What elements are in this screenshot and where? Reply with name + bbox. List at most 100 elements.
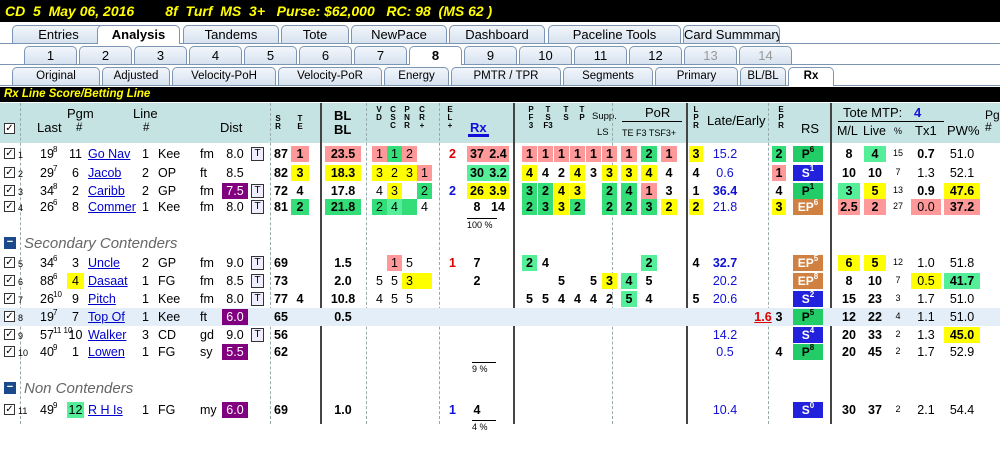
cell-te3: 3: [621, 165, 637, 181]
cell-tx1: 1.0: [917, 256, 935, 270]
view-tab-velocity-poh[interactable]: Velocity-PoH: [172, 67, 276, 85]
cell-name[interactable]: R H Is: [88, 402, 123, 418]
race-tab-5[interactable]: 5: [244, 46, 297, 64]
view-tab-adjusted[interactable]: Adjusted: [102, 67, 170, 85]
cell-name[interactable]: Jacob: [88, 165, 121, 181]
row-checkbox[interactable]: ✓: [4, 404, 15, 415]
row-checkbox[interactable]: ✓: [4, 275, 15, 286]
cell-el: [445, 273, 460, 289]
table-row[interactable]: ✓ 5 34 6 3 Uncle 2 GP fm 9.0 T 69 1.5 1 5 1 7 2 4 2 4 32.7 EP5…: [0, 254, 1000, 272]
cell-name[interactable]: Pitch: [88, 291, 116, 307]
cell-name[interactable]: Commer: [88, 199, 136, 215]
last-sup: 8: [53, 182, 58, 191]
cell-name[interactable]: Dasaat: [88, 273, 128, 289]
col-cr: C R +: [419, 105, 425, 130]
row-checkbox[interactable]: ✓: [4, 311, 15, 322]
cell-te: [291, 344, 309, 360]
cell-rx1: 2: [473, 274, 481, 288]
row-checkbox[interactable]: ✓: [4, 257, 15, 268]
collapse-secondary-icon[interactable]: −: [4, 237, 16, 249]
view-tab-original[interactable]: Original: [12, 67, 100, 85]
tab-tote[interactable]: Tote: [281, 25, 349, 43]
cell-v: 3: [372, 165, 387, 181]
cell-bl: 1.5: [334, 256, 352, 270]
view-tab-pmtr-tpr[interactable]: PMTR / TPR: [451, 67, 561, 85]
race-tab-9[interactable]: 9: [464, 46, 517, 64]
view-tab-segments[interactable]: Segments: [563, 67, 653, 85]
race-tab-3[interactable]: 3: [134, 46, 187, 64]
race-tab-6[interactable]: 6: [299, 46, 352, 64]
view-tab-velocity-por[interactable]: Velocity-PoR: [278, 67, 382, 85]
table-row[interactable]: ✓ 4 26 6 8 Commer 1 Kee fm 8.0 T 81 2 21.8 2 4 4 8 14 2 3 3 2 2…: [0, 198, 1000, 216]
cell-last: 57: [40, 328, 54, 342]
table-row[interactable]: ✓ 6 88 6 4 Dasaat 1 FG fm 8.5 T 73 2.0 5 5 3 2 5 5 3 4 5 20.2 E…: [0, 272, 1000, 290]
cell-te3: 4: [621, 273, 637, 289]
cell-rx2: 3.2: [487, 165, 509, 181]
cell-name[interactable]: Lowen: [88, 344, 125, 360]
cell-surf: ft: [200, 310, 207, 324]
race-tab-8[interactable]: 8: [409, 46, 462, 65]
tab-tandems[interactable]: Tandems: [183, 25, 279, 43]
cell-surf: fm: [200, 274, 214, 288]
tab-card-summmary[interactable]: Card Summmary: [683, 25, 780, 43]
tab-analysis[interactable]: Analysis: [97, 25, 180, 44]
race-tab-2[interactable]: 2: [79, 46, 132, 64]
run-style-letter: EP: [797, 200, 814, 214]
row-checkbox[interactable]: ✓: [4, 346, 15, 357]
view-tab-bl-bl[interactable]: BL/BL: [740, 67, 786, 85]
cell-last-days: 9: [53, 344, 57, 360]
race-tab-11[interactable]: 11: [574, 46, 627, 64]
cell-lp: 7: [895, 275, 901, 285]
rx-pct-secondary: 9 %: [472, 362, 496, 374]
cell-rx2: [487, 344, 509, 360]
tab-paceline-tools[interactable]: Paceline Tools: [548, 25, 681, 43]
cell-tsf3: 3: [665, 184, 673, 198]
cell-te3: 2: [621, 199, 637, 215]
collapse-non-contenders-icon[interactable]: −: [4, 382, 16, 394]
row-checkbox[interactable]: ✓: [4, 293, 15, 304]
cell-surf: fm: [200, 147, 214, 161]
section-title: Rx Line Score/Betting Line: [0, 87, 1000, 102]
cell-ls: [602, 255, 617, 271]
table-row[interactable]: ✓ 7 26 10 9 Pitch 1 Kee fm 8.0 T 77 4 10.8 4 5 5 5 5 4 4 4 2 5 4…: [0, 290, 1000, 308]
race-tab-14[interactable]: 14: [739, 46, 792, 64]
race-tab-1[interactable]: 1: [24, 46, 77, 64]
cell-name[interactable]: Caribb: [88, 183, 125, 199]
table-row[interactable]: ✓ 9 57 11 10 10 Walker 3 CD gd 9.0 T 56 14.2 S4 20 33 2 1…: [0, 326, 1000, 344]
table-row[interactable]: ✓ 1 19 8 11 Go Nav 1 Kee fm 8.0 T 87 1 23.5 1 1 2 2 37 2.4 1…: [0, 145, 1000, 163]
row-checkbox[interactable]: ✓: [4, 148, 15, 159]
view-tab-energy[interactable]: Energy: [384, 67, 449, 85]
view-tab-rx[interactable]: Rx: [788, 67, 834, 86]
race-tab-12[interactable]: 12: [629, 46, 682, 64]
race-tab-10[interactable]: 10: [519, 46, 572, 64]
cell-last: 34: [40, 184, 54, 198]
table-row[interactable]: ✓ 8 19 7 7 Top Of 1 Kee ft 6.0 65 0.5 1.6 3 P5 12 22 4 1.1…: [0, 308, 1000, 326]
row-checkbox[interactable]: ✓: [4, 329, 15, 340]
cell-name[interactable]: Uncle: [88, 255, 120, 271]
cell-bl: 10.8: [330, 292, 356, 306]
row-checkbox[interactable]: ✓: [4, 167, 15, 178]
cell-rx2: [487, 327, 509, 343]
tab-entries[interactable]: Entries: [12, 25, 105, 43]
table-row[interactable]: ✓ 2 29 7 6 Jacob 2 OP ft 8.5 82 3 18.3 3 2 3 1 30 3.2 4 4 2 4 3…: [0, 164, 1000, 182]
table-row[interactable]: ✓ 10 40 9 1 Lowen 1 FG sy 5.5 62 0.5 4 P8 20 45 2 1.7 52.9: [0, 343, 1000, 361]
col-te: T E: [297, 114, 303, 131]
race-tab-4[interactable]: 4: [189, 46, 242, 64]
cell-name[interactable]: Top Of: [88, 309, 125, 325]
cell-line: 1: [142, 200, 149, 214]
race-tab-7[interactable]: 7: [354, 46, 407, 64]
cell-te3: 4: [621, 183, 637, 199]
tab-dashboard[interactable]: Dashboard: [449, 25, 545, 43]
cell-ts: [554, 255, 569, 271]
run-style-letter: EP: [797, 256, 814, 270]
view-tab-primary[interactable]: Primary: [655, 67, 738, 85]
tab-newpace[interactable]: NewPace: [351, 25, 447, 43]
cell-rx2: [487, 255, 509, 271]
race-tab-13[interactable]: 13: [684, 46, 737, 64]
select-all-checkbox[interactable]: ✓: [4, 123, 15, 134]
cell-name[interactable]: Go Nav: [88, 146, 130, 162]
table-row[interactable]: ✓ 11 49 9 12 R H Is 1 FG my 6.0 69 1.0 1 4 10.4 S0 30 37 2…: [0, 401, 1000, 419]
row-checkbox[interactable]: ✓: [4, 201, 15, 212]
cell-name[interactable]: Walker: [88, 327, 126, 343]
row-checkbox[interactable]: ✓: [4, 185, 15, 196]
